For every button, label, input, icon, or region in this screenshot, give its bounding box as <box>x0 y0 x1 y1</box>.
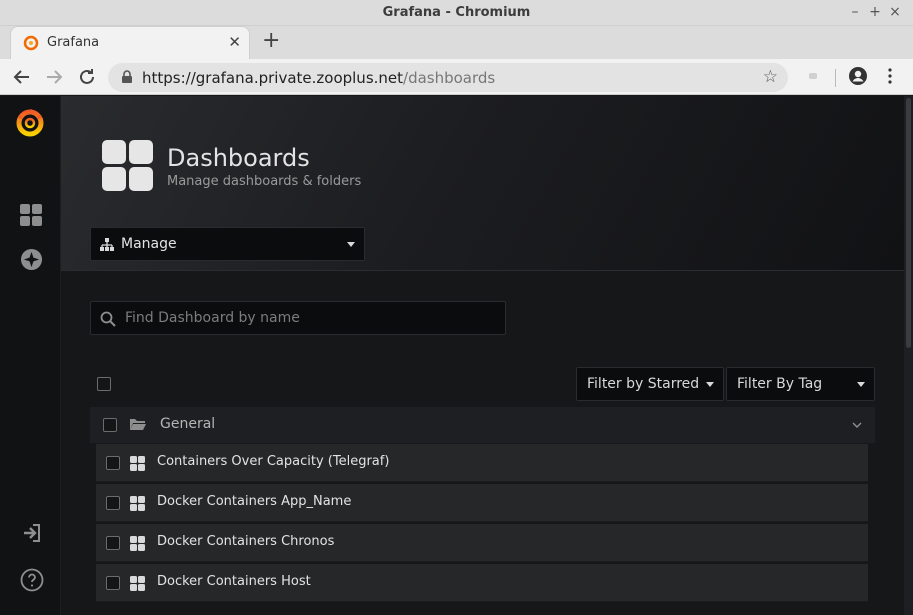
dashboard-row[interactable]: Docker Containers Chronos <box>96 524 868 562</box>
dashboard-search <box>90 301 506 335</box>
page-nav-select[interactable]: Manage <box>90 227 365 261</box>
scrollbar-thumb[interactable] <box>906 98 911 348</box>
filter-starred-label: Filter by Starred <box>587 376 700 392</box>
folder-row-general[interactable]: General <box>90 407 875 443</box>
extension-icon[interactable] <box>806 69 820 83</box>
dashboard-icon <box>130 536 145 551</box>
dashboard-title[interactable]: Docker Containers Chronos <box>157 534 334 549</box>
dashboard-icon <box>130 496 145 511</box>
tab-title: Grafana <box>47 35 100 50</box>
folder-checkbox[interactable] <box>103 418 117 432</box>
search-icon <box>100 311 116 327</box>
caret-down-icon <box>347 242 355 247</box>
page-scrollbar[interactable] <box>904 96 913 615</box>
dashboard-title[interactable]: Docker Containers Host <box>157 574 311 589</box>
profile-icon[interactable] <box>848 66 868 86</box>
maximize-icon[interactable]: + <box>866 4 884 20</box>
dashboards-page: Dashboards Manage dashboards & folders M… <box>61 96 904 615</box>
caret-down-icon <box>857 382 865 387</box>
dashboard-checkbox[interactable] <box>106 576 120 590</box>
toolbar-separator <box>835 69 836 87</box>
grafana-logo-icon[interactable] <box>15 107 45 137</box>
new-tab-icon[interactable]: + <box>262 30 280 52</box>
page-header: Dashboards Manage dashboards & folders M… <box>61 96 904 271</box>
dashboard-title[interactable]: Containers Over Capacity (Telegraf) <box>157 454 389 469</box>
dashboard-icon <box>130 576 145 591</box>
select-all-checkbox[interactable] <box>97 377 111 391</box>
filter-tag-label: Filter By Tag <box>737 376 823 392</box>
search-input[interactable] <box>125 307 495 329</box>
help-icon[interactable] <box>20 568 44 592</box>
address-url: https://grafana.private.zooplus.net/dash… <box>142 69 496 87</box>
dashboard-row[interactable]: Containers Over Capacity (Telegraf) <box>96 444 868 482</box>
lock-icon <box>122 70 132 83</box>
forward-icon[interactable] <box>42 65 66 89</box>
window-titlebar: Grafana - Chromium – + × <box>0 0 913 26</box>
reload-icon[interactable] <box>75 65 99 89</box>
page-nav-label: Manage <box>121 236 177 252</box>
minimize-icon[interactable]: – <box>846 4 864 20</box>
chevron-down-icon[interactable] <box>851 419 863 431</box>
page-subtitle: Manage dashboards & folders <box>167 174 362 189</box>
address-bar[interactable]: https://grafana.private.zooplus.net/dash… <box>108 63 788 92</box>
bookmark-star-icon[interactable]: ☆ <box>763 67 778 87</box>
dashboard-row[interactable]: Docker Containers App_Name <box>96 484 868 522</box>
back-icon[interactable] <box>10 65 34 89</box>
folder-name: General <box>160 416 216 432</box>
dashboard-title[interactable]: Docker Containers App_Name <box>157 494 351 509</box>
window-title: Grafana - Chromium <box>382 5 531 20</box>
dashboard-checkbox[interactable] <box>106 456 120 470</box>
dashboard-row[interactable]: Docker Containers Host <box>96 564 868 602</box>
explore-icon[interactable] <box>20 248 43 271</box>
browser-tab[interactable]: Grafana ✕ <box>10 26 250 59</box>
close-window-icon[interactable]: × <box>886 4 904 20</box>
dashboard-checkbox[interactable] <box>106 496 120 510</box>
caret-down-icon <box>706 382 714 387</box>
dashboards-icon[interactable] <box>20 204 42 226</box>
filter-starred-select[interactable]: Filter by Starred <box>576 367 724 401</box>
tab-close-icon[interactable]: ✕ <box>228 33 241 51</box>
dashboard-checkbox[interactable] <box>106 536 120 550</box>
dashboards-header-icon <box>102 140 153 191</box>
tab-strip: Grafana ✕ + <box>0 26 913 59</box>
folder-open-icon <box>130 419 146 430</box>
filter-tag-select[interactable]: Filter By Tag <box>726 367 875 401</box>
sign-in-icon[interactable] <box>22 523 42 543</box>
sitemap-icon <box>100 238 114 251</box>
grafana-favicon-icon <box>23 35 39 51</box>
grafana-side-menu <box>0 96 61 615</box>
page-title: Dashboards <box>167 144 310 172</box>
dashboard-icon <box>130 456 145 471</box>
browser-toolbar: https://grafana.private.zooplus.net/dash… <box>0 59 913 95</box>
menu-kebab-icon[interactable] <box>884 67 896 85</box>
